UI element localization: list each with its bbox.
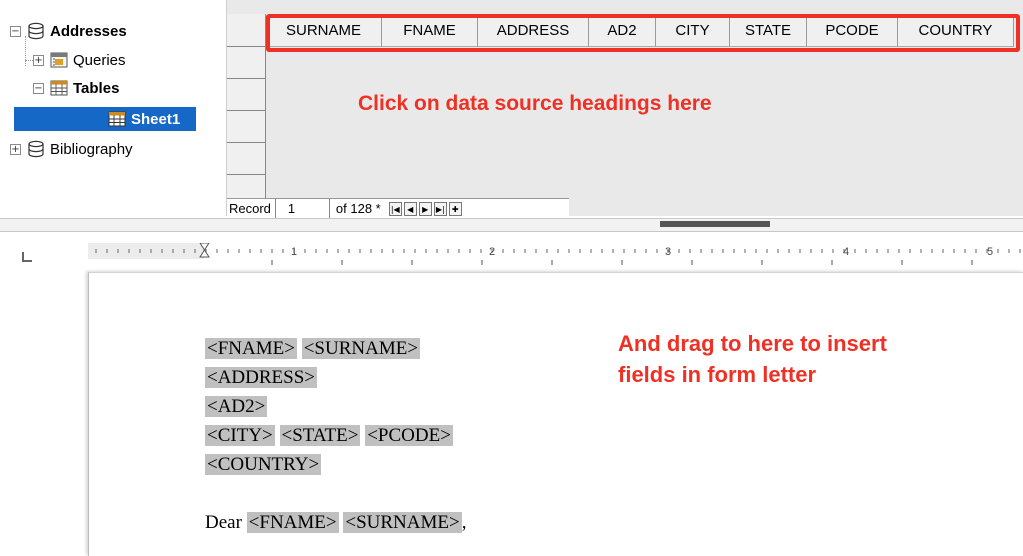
queries-icon [50, 52, 68, 68]
tree-item-tables[interactable]: − Tables [33, 76, 223, 100]
ruler-number: 2 [489, 246, 495, 258]
letter-line-address: <ADDRESS> [205, 363, 466, 392]
ruler-bar: 1 2 3 4 5 [0, 232, 1023, 272]
drag-fields-annotation: And drag to here to insert fields in for… [618, 328, 887, 390]
field-fname[interactable]: <FNAME> [205, 338, 297, 359]
database-icon [28, 140, 44, 158]
table-icon [50, 80, 68, 96]
horizontal-ruler[interactable]: 1 2 3 4 5 [88, 243, 1023, 267]
splitter-grip[interactable] [660, 221, 770, 227]
ruler-number: 1 [291, 246, 297, 258]
letter-line-city: <CITY> <STATE> <PCODE> [205, 421, 466, 450]
table-icon [108, 111, 126, 127]
tree-item-addresses[interactable]: − Addresses [10, 19, 220, 43]
collapse-icon[interactable]: − [33, 82, 44, 94]
tab-stop-type-icon[interactable] [22, 252, 32, 262]
next-record-icon[interactable]: ▶ [418, 202, 432, 216]
last-record-icon[interactable]: ▶| [433, 202, 447, 216]
annotation-line: fields in form letter [618, 362, 817, 387]
form-letter[interactable]: <FNAME> <SURNAME> <ADDRESS> <AD2> <CITY>… [205, 334, 466, 537]
record-navigator: Record 1 of 128 * |◀ ◀ ▶ ▶| ✚ [227, 198, 569, 219]
field-surname[interactable]: <SURNAME> [301, 338, 421, 359]
field-state[interactable]: <STATE> [279, 425, 361, 446]
database-icon [28, 22, 44, 40]
expand-icon[interactable]: + [10, 143, 21, 155]
tree-item-label: Queries [73, 51, 126, 69]
field-pcode[interactable]: <PCODE> [365, 425, 453, 446]
field-city[interactable]: <CITY> [205, 425, 275, 446]
field-fname[interactable]: <FNAME> [246, 512, 339, 533]
collapse-icon[interactable]: − [10, 25, 21, 37]
greeting-text: Dear [205, 512, 242, 533]
tree-item-sheet1[interactable]: Sheet1 [14, 107, 196, 131]
data-source-tree: − Addresses + Queries − Tables Sheet1 + … [0, 0, 227, 216]
row-header-column [227, 14, 266, 198]
click-headings-annotation: Click on data source headings here [358, 92, 712, 115]
tree-item-label: Sheet1 [131, 110, 181, 128]
record-count: of 128 * [335, 201, 381, 216]
field-address[interactable]: <ADDRESS> [205, 367, 318, 388]
letter-greeting: Dear <FNAME> <SURNAME>, [205, 508, 466, 537]
ruler-number: 5 [987, 246, 993, 258]
ruler-number: 3 [665, 246, 671, 258]
field-ad2[interactable]: <AD2> [205, 396, 268, 417]
expand-icon[interactable]: + [33, 54, 44, 66]
record-label: Record [227, 199, 276, 219]
first-record-icon[interactable]: |◀ [388, 202, 402, 216]
field-country[interactable]: <COUNTRY> [205, 454, 322, 475]
tree-item-bibliography[interactable]: + Bibliography [10, 137, 220, 161]
greeting-comma: , [461, 512, 467, 533]
record-number-field[interactable]: 1 [276, 199, 330, 219]
field-surname[interactable]: <SURNAME> [343, 512, 462, 533]
tree-item-label: Tables [73, 79, 120, 97]
previous-record-icon[interactable]: ◀ [403, 202, 417, 216]
tree-item-label: Addresses [50, 22, 127, 40]
letter-line-name: <FNAME> <SURNAME> [205, 334, 466, 363]
panel-splitter[interactable] [0, 218, 1023, 232]
tree-item-queries[interactable]: + Queries [33, 48, 223, 72]
letter-line-country: <COUNTRY> [205, 450, 466, 479]
letter-line-ad2: <AD2> [205, 392, 466, 421]
ruler-number: 4 [843, 246, 849, 258]
tree-item-label: Bibliography [50, 140, 133, 158]
annotation-line: And drag to here to insert [618, 331, 887, 356]
new-record-icon[interactable]: ✚ [448, 202, 462, 216]
column-headers-highlight [266, 14, 1020, 52]
